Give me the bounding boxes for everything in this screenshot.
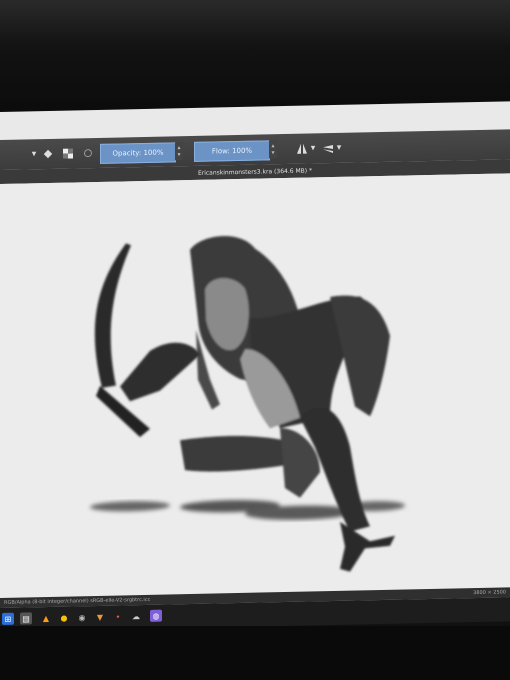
figure-body: [120, 295, 395, 572]
monitor-bezel-bottom: [0, 626, 510, 680]
sword: [94, 243, 150, 438]
dot-icon[interactable]: •: [112, 610, 124, 622]
chevron-down-icon[interactable]: ▾: [310, 140, 316, 156]
document-title: Ericanskinmonsters3.kra (364.6 MB) *: [197, 166, 313, 177]
steam-icon[interactable]: ◉: [76, 611, 88, 623]
cloud-icon[interactable]: ☁: [130, 610, 142, 622]
mirror-vertical-icon[interactable]: [320, 140, 336, 156]
artwork: [90, 236, 405, 572]
eraser-icon[interactable]: [40, 146, 56, 162]
chevron-down-icon[interactable]: ▾: [336, 140, 342, 156]
alpha-lock-icon[interactable]: [60, 145, 76, 161]
app-icon[interactable]: ◍: [150, 609, 162, 622]
flow-label: Flow: 100%: [211, 146, 253, 156]
drawing-canvas[interactable]: [0, 173, 510, 598]
reset-icon[interactable]: [80, 145, 96, 161]
flow-slider[interactable]: Flow: 100%: [194, 140, 270, 162]
file-icon[interactable]: ▤: [20, 612, 32, 625]
canvas-size-info: 3800 × 2500: [473, 589, 506, 597]
vlc-icon[interactable]: ▲: [40, 612, 52, 624]
opacity-spinner[interactable]: ▴ ▾: [175, 142, 183, 161]
krita-icon[interactable]: ▼: [94, 611, 106, 623]
flow-spinner[interactable]: ▴ ▾: [269, 140, 277, 159]
mirror-horizontal-icon[interactable]: [294, 141, 310, 157]
spin-down-icon[interactable]: ▾: [271, 149, 274, 156]
krita-window: ▾ Opacity: 100% ▴ ▾ Flow: 100% ▴ ▾ ▾ ▾ E…: [0, 101, 510, 632]
opacity-slider[interactable]: Opacity: 100%: [100, 142, 176, 164]
opacity-label: Opacity: 100%: [112, 148, 164, 158]
chrome-icon[interactable]: ●: [58, 612, 70, 624]
spin-down-icon[interactable]: ▾: [177, 151, 180, 158]
windows-start-icon[interactable]: ⊞: [2, 612, 14, 625]
